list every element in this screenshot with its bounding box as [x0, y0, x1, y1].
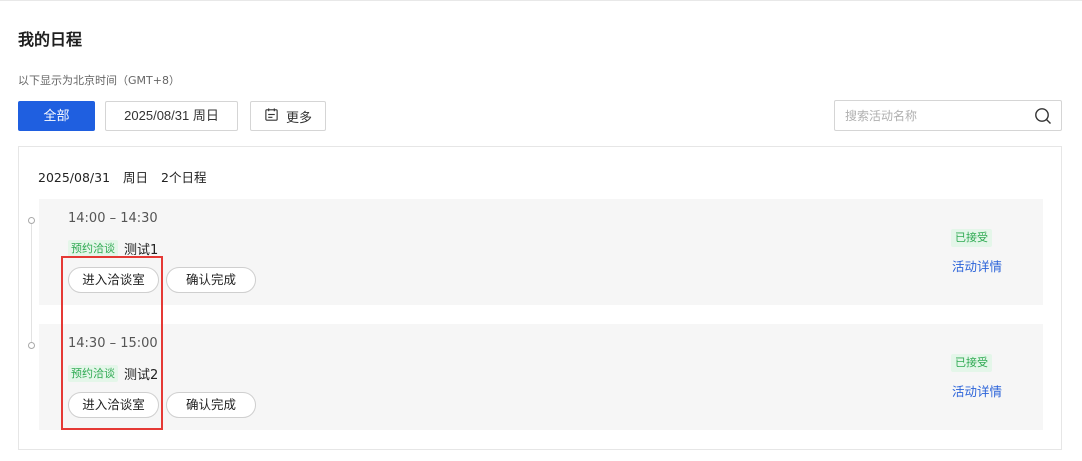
day-event-count: 2个日程: [161, 170, 207, 185]
more-filter-button[interactable]: 更多: [250, 101, 326, 131]
day-weekday: 周日: [123, 170, 149, 185]
schedule-panel: 2025/08/31 周日 2个日程 14:00 – 14:30 预约洽谈 测试…: [18, 146, 1062, 450]
search-input[interactable]: [845, 101, 1025, 130]
event-card: 14:00 – 14:30 预约洽谈 测试1 进入洽谈室 确认完成 已接受 活动…: [39, 199, 1043, 305]
status-badge: 已接受: [951, 354, 992, 372]
timeline-dot: [28, 217, 35, 224]
day-header: 2025/08/31 周日 2个日程: [38, 167, 215, 186]
timezone-note: 以下显示为北京时间（GMT+8）: [18, 74, 180, 87]
event-detail-link[interactable]: 活动详情: [952, 256, 1002, 275]
event-name: 测试2: [124, 368, 159, 383]
timeline-dot: [28, 342, 35, 349]
day-date: 2025/08/31: [38, 170, 111, 185]
enter-meeting-room-button[interactable]: 进入洽谈室: [68, 392, 159, 418]
confirm-complete-button[interactable]: 确认完成: [166, 267, 256, 293]
confirm-complete-button[interactable]: 确认完成: [166, 392, 256, 418]
event-name: 测试1: [124, 243, 159, 258]
page-title: 我的日程: [18, 30, 83, 49]
calendar-icon: [264, 107, 279, 125]
event-detail-link[interactable]: 活动详情: [952, 381, 1002, 400]
status-badge: 已接受: [951, 229, 992, 247]
filter-all-button[interactable]: 全部: [18, 101, 95, 131]
event-time: 14:00 – 14:30: [68, 211, 158, 226]
enter-meeting-room-button[interactable]: 进入洽谈室: [68, 267, 159, 293]
search-box: [834, 100, 1062, 131]
event-time: 14:30 – 15:00: [68, 336, 158, 351]
event-type-tag: 预约洽谈: [68, 240, 118, 257]
date-picker-button[interactable]: 2025/08/31 周日: [105, 101, 238, 131]
top-divider: [0, 0, 1082, 1]
more-filter-label: 更多: [285, 109, 312, 125]
event-type-tag: 预约洽谈: [68, 365, 118, 382]
timeline-line: [31, 221, 32, 347]
event-card: 14:30 – 15:00 预约洽谈 测试2 进入洽谈室 确认完成 已接受 活动…: [39, 324, 1043, 430]
search-icon[interactable]: [1034, 107, 1052, 125]
